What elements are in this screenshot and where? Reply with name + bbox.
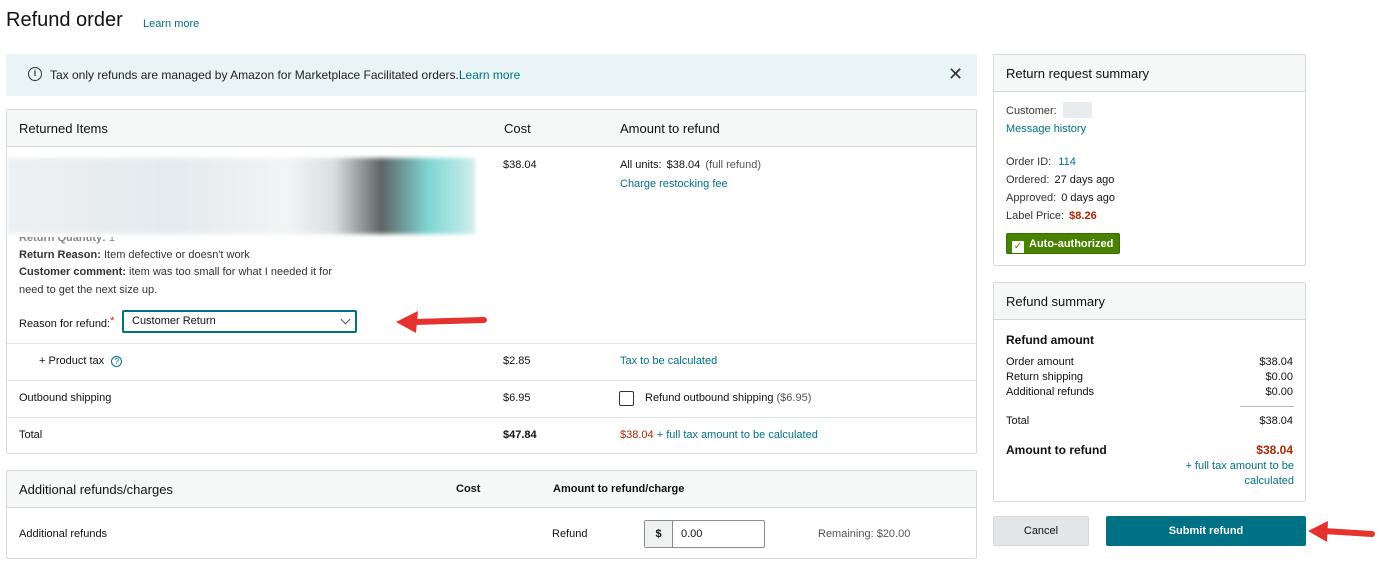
summary-header: Return request summary — [994, 55, 1305, 92]
divider — [7, 417, 976, 418]
annotation-arrow-left — [1308, 521, 1375, 542]
return-request-summary-title: Return request summary — [1006, 66, 1150, 81]
tax-to-be-calculated-link[interactable]: Tax to be calculated — [620, 355, 717, 367]
currency-prefix: $ — [645, 521, 673, 547]
banner-message: Tax only refunds are managed by Amazon f… — [50, 68, 520, 82]
auto-authorized-badge: ✓ Auto-authorized — [1006, 233, 1121, 254]
learn-more-link[interactable]: Learn more — [143, 18, 199, 30]
customer-label: Customer: — [1006, 105, 1057, 117]
returned-items-table: Returned Items Cost Amount to refund Ret… — [6, 109, 977, 454]
total-amount-to-refund: $38.04 + full tax amount to be calculate… — [620, 429, 818, 441]
return-reason-value: Item defective or doesn't work — [103, 249, 250, 261]
page-title: Refund order — [6, 9, 123, 31]
customer-name-redacted — [1063, 102, 1092, 118]
close-icon[interactable]: ✕ — [948, 64, 963, 85]
return-shipping-value: $0.00 — [1265, 371, 1293, 383]
divider — [1240, 406, 1294, 407]
divider — [7, 380, 976, 381]
header-cost: Cost — [504, 121, 531, 136]
tax-note-line1: + full tax amount to be — [1185, 460, 1294, 472]
return-request-summary: Return request summary Customer: Message… — [993, 54, 1306, 266]
header-amount-to-refund: Amount to refund — [620, 121, 720, 136]
table-header: Returned Items Cost Amount to refund — [7, 110, 976, 147]
refund-amount-value: 0.00 — [681, 528, 703, 540]
refund-outbound-shipping-label: Refund outbound shipping ($6.95) — [645, 392, 812, 404]
refund-summary: Refund summary Refund amount Order amoun… — [993, 282, 1306, 502]
label-price: Label Price: $8.26 — [1006, 210, 1097, 222]
badge-label: Auto-authorized — [1029, 238, 1114, 250]
refund-amount-heading: Refund amount — [1006, 333, 1094, 347]
selected-reason: Customer Return — [132, 315, 216, 327]
customer-comment-label: Customer comment: — [19, 266, 126, 278]
tax-info-banner: i Tax only refunds are managed by Amazon… — [6, 54, 977, 96]
order-id-link[interactable]: 114 — [1058, 156, 1076, 168]
total-label: Total — [1006, 415, 1030, 427]
info-icon: i — [28, 67, 42, 81]
banner-learn-more-link[interactable]: Learn more — [459, 68, 520, 82]
order-amount-value: $38.04 — [1259, 356, 1293, 368]
header-amount-to-refund-charge: Amount to refund/charge — [553, 483, 685, 495]
product-image-blurred — [7, 158, 475, 234]
refund-summary-header: Refund summary — [994, 283, 1305, 320]
return-reason: Return Reason: Item defective or doesn't… — [19, 249, 250, 261]
remaining-amount: Remaining: $20.00 — [818, 528, 911, 540]
reason-for-refund-select[interactable]: Customer Return — [122, 310, 357, 333]
total-cost: $47.84 — [503, 429, 537, 441]
refund-outbound-shipping-checkbox[interactable] — [619, 391, 634, 406]
charge-restocking-fee-link[interactable]: Charge restocking fee — [620, 178, 728, 190]
approved: Approved: 0 days ago — [1006, 192, 1116, 204]
outbound-shipping-cost: $6.95 — [503, 392, 531, 404]
table-header: Additional refunds/charges Cost Amount t… — [7, 471, 976, 508]
chevron-down-icon — [340, 314, 351, 325]
checkmark-icon: ✓ — [1012, 241, 1024, 253]
annotation-arrow-left — [396, 311, 487, 333]
additional-refunds-table: Additional refunds/charges Cost Amount t… — [6, 470, 977, 559]
help-icon[interactable]: ? — [111, 356, 123, 367]
additional-refund-amount-input[interactable]: $ 0.00 — [644, 520, 765, 548]
additional-refunds-value: $0.00 — [1265, 386, 1293, 398]
product-tax-label: + Product tax ? — [39, 355, 123, 367]
customer-comment-value: item was too small for what I needed it … — [129, 266, 333, 278]
customer-comment-continued: need to get the next size up. — [19, 284, 158, 296]
header-cost: Cost — [456, 483, 481, 495]
amount-to-refund-label: Amount to refund — [1006, 443, 1107, 457]
item-cost: $38.04 — [503, 159, 537, 171]
message-history-link[interactable]: Message history — [1006, 123, 1086, 135]
outbound-shipping-label: Outbound shipping — [19, 392, 112, 404]
reason-for-refund-label: Reason for refund:* — [19, 315, 115, 330]
amount-to-refund-value: $38.04 — [1256, 443, 1293, 457]
additional-refunds-label: Additional refunds — [1006, 386, 1095, 398]
additional-refunds-label: Additional refunds — [19, 528, 108, 540]
cancel-button[interactable]: Cancel — [993, 516, 1089, 546]
customer-comment: Customer comment: item was too small for… — [19, 266, 332, 278]
refund-type-label: Refund — [552, 528, 588, 540]
return-shipping-label: Return shipping — [1006, 371, 1084, 383]
order-amount-label: Order amount — [1006, 356, 1074, 368]
divider — [7, 343, 976, 344]
ordered: Ordered: 27 days ago — [1006, 174, 1115, 186]
return-reason-label: Return Reason: — [19, 249, 101, 261]
total-label: Total — [19, 429, 43, 441]
tax-note-line2: calculated — [1244, 475, 1294, 487]
banner-text: Tax only refunds are managed by Amazon f… — [50, 68, 459, 82]
header-returned-items: Returned Items — [19, 121, 108, 136]
submit-refund-button[interactable]: Submit refund — [1106, 516, 1306, 546]
header-additional-refunds: Additional refunds/charges — [19, 482, 173, 497]
order-id: Order ID: 114 — [1006, 156, 1076, 168]
all-units-refund: All units: $38.04 (full refund) — [620, 159, 761, 171]
product-tax-cost: $2.85 — [503, 355, 531, 367]
total-value: $38.04 — [1259, 415, 1293, 427]
refund-summary-title: Refund summary — [1006, 294, 1105, 309]
